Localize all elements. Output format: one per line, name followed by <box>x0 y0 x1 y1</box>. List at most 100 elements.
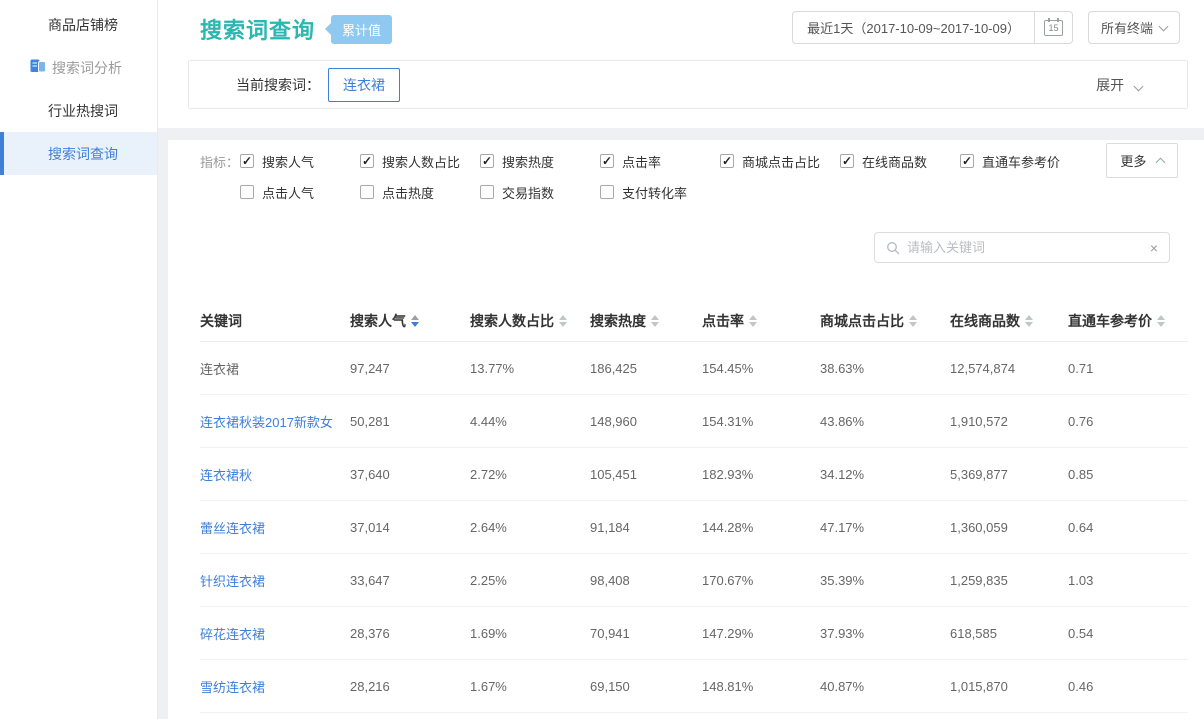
sidebar-item-industry-hot-words[interactable]: 行业热搜词 <box>0 89 157 132</box>
more-button[interactable]: 更多 <box>1106 143 1178 178</box>
search-icon <box>886 241 900 255</box>
indicator-item[interactable]: 搜索人气 <box>240 152 360 171</box>
column-header-sortable[interactable]: 商城点击占比 <box>820 311 950 331</box>
column-header: 关键词 <box>200 311 350 331</box>
indicator-label: 搜索人数占比 <box>382 152 460 171</box>
keyword-cell: 连衣裙秋 <box>200 465 350 484</box>
keyword-cell: 雪纺连衣裙 <box>200 677 350 696</box>
sort-icon[interactable] <box>651 315 659 327</box>
sidebar: 商品店铺榜 搜索词分析 行业热搜词 搜索词查询 <box>0 0 158 719</box>
keyword-link[interactable]: 蕾丝连衣裙 <box>200 521 265 536</box>
indicator-label: 点击率 <box>622 152 661 171</box>
sidebar-item-goods-shop-rank[interactable]: 商品店铺榜 <box>0 3 157 46</box>
indicator-checkbox[interactable] <box>720 154 734 168</box>
indicator-item[interactable]: 在线商品数 <box>840 152 960 171</box>
indicator-checkbox[interactable] <box>600 154 614 168</box>
indicator-checkbox[interactable] <box>240 154 254 168</box>
indicator-checkbox[interactable] <box>480 185 494 199</box>
sidebar-item-label: 商品店铺榜 <box>48 15 118 35</box>
column-header-sortable[interactable]: 搜索热度 <box>590 311 702 331</box>
table-row: 针织连衣裙33,6472.25%98,408170.67%35.39%1,259… <box>200 554 1188 607</box>
content-card: 指标： 搜索人气搜索人数占比搜索热度点击率商城点击占比在线商品数直通车参考价 点… <box>168 140 1204 719</box>
value-cell: 105,451 <box>590 467 702 482</box>
chevron-up-icon <box>1156 158 1166 168</box>
value-cell: 154.31% <box>702 414 820 429</box>
table-row: 蕾丝连衣裙37,0142.64%91,184144.28%47.17%1,360… <box>200 501 1188 554</box>
value-cell: 186,425 <box>590 361 702 376</box>
indicator-checkbox[interactable] <box>240 185 254 199</box>
keyword-cell: 蕾丝连衣裙 <box>200 518 350 537</box>
indicator-label: 交易指数 <box>502 183 554 202</box>
value-cell: 2.72% <box>470 467 590 482</box>
terminal-selector[interactable]: 所有终端 <box>1088 11 1180 44</box>
current-term-button[interactable]: 连衣裙 <box>328 68 400 102</box>
indicator-checkbox[interactable] <box>480 154 494 168</box>
indicator-checkbox[interactable] <box>360 154 374 168</box>
sort-up-arrow <box>1025 315 1033 320</box>
keyword-search-box: × <box>874 232 1170 263</box>
indicator-checkbox[interactable] <box>600 185 614 199</box>
value-cell: 0.76 <box>1068 414 1188 429</box>
indicator-item[interactable]: 支付转化率 <box>600 183 720 202</box>
column-header-sortable[interactable]: 在线商品数 <box>950 311 1068 331</box>
value-cell: 4.44% <box>470 414 590 429</box>
indicator-item[interactable]: 搜索热度 <box>480 152 600 171</box>
sort-icon[interactable] <box>909 315 917 327</box>
keyword-link[interactable]: 碎花连衣裙 <box>200 627 265 642</box>
calendar-button[interactable]: 15 <box>1034 12 1072 43</box>
column-header-sortable[interactable]: 搜索人数占比 <box>470 311 590 331</box>
keyword-link[interactable]: 连衣裙秋 <box>200 468 252 483</box>
value-cell: 148.81% <box>702 679 820 694</box>
value-cell: 154.45% <box>702 361 820 376</box>
value-cell: 91,184 <box>590 520 702 535</box>
accumulated-value-badge: 累计值 <box>331 15 392 44</box>
column-header-label: 搜索人气 <box>350 311 406 331</box>
indicator-checkbox[interactable] <box>360 185 374 199</box>
expand-toggle[interactable]: 展开 <box>1096 75 1142 95</box>
indicator-item[interactable]: 商城点击占比 <box>720 152 840 171</box>
sort-icon[interactable] <box>1025 315 1033 327</box>
table-body: 连衣裙97,24713.77%186,425154.45%38.63%12,57… <box>200 342 1188 713</box>
sort-down-arrow <box>1025 322 1033 327</box>
sort-icon[interactable] <box>1157 315 1165 327</box>
indicator-item[interactable]: 点击人气 <box>240 183 360 202</box>
column-header-sortable[interactable]: 搜索人气 <box>350 311 470 331</box>
clear-icon[interactable]: × <box>1150 241 1158 255</box>
sort-icon[interactable] <box>749 315 757 327</box>
indicator-item[interactable]: 点击热度 <box>360 183 480 202</box>
date-range-button[interactable]: 最近1天（2017-10-09~2017-10-09） <box>793 12 1034 43</box>
keyword-link[interactable]: 雪纺连衣裙 <box>200 680 265 695</box>
value-cell: 170.67% <box>702 573 820 588</box>
value-cell: 0.54 <box>1068 626 1188 641</box>
keyword-link[interactable]: 针织连衣裙 <box>200 574 265 589</box>
value-cell: 37,640 <box>350 467 470 482</box>
indicator-item[interactable]: 点击率 <box>600 152 720 171</box>
value-cell: 5,369,877 <box>950 467 1068 482</box>
indicator-item[interactable]: 交易指数 <box>480 183 600 202</box>
sort-down-arrow <box>749 322 757 327</box>
indicator-item[interactable]: 搜索人数占比 <box>360 152 480 171</box>
value-cell: 12,574,874 <box>950 361 1068 376</box>
sidebar-item-search-word-query[interactable]: 搜索词查询 <box>0 132 157 175</box>
book-icon <box>30 59 46 76</box>
sort-down-arrow <box>909 322 917 327</box>
value-cell: 1.69% <box>470 626 590 641</box>
table-header-row: 关键词搜索人气 搜索人数占比搜索热度点击率商城点击占比在线商品数直通车参考价 <box>200 300 1188 342</box>
sort-icon[interactable] <box>411 315 419 327</box>
current-term-label: 当前搜索词： <box>236 75 320 95</box>
sidebar-item-search-word-analysis[interactable]: 搜索词分析 <box>0 46 157 89</box>
indicator-item[interactable]: 直通车参考价 <box>960 152 1080 171</box>
expand-label: 展开 <box>1096 77 1124 93</box>
indicator-label: 直通车参考价 <box>982 152 1060 171</box>
sort-up-arrow <box>1157 315 1165 320</box>
sort-up-arrow <box>909 315 917 320</box>
indicator-checkbox[interactable] <box>840 154 854 168</box>
keyword-search-input[interactable] <box>907 240 1150 255</box>
sort-icon[interactable] <box>559 315 567 327</box>
column-header-sortable[interactable]: 直通车参考价 <box>1068 311 1188 331</box>
indicator-checkbox[interactable] <box>960 154 974 168</box>
value-cell: 28,376 <box>350 626 470 641</box>
keyword-link[interactable]: 连衣裙秋装2017新款女 <box>200 415 333 430</box>
value-cell: 70,941 <box>590 626 702 641</box>
column-header-sortable[interactable]: 点击率 <box>702 311 820 331</box>
